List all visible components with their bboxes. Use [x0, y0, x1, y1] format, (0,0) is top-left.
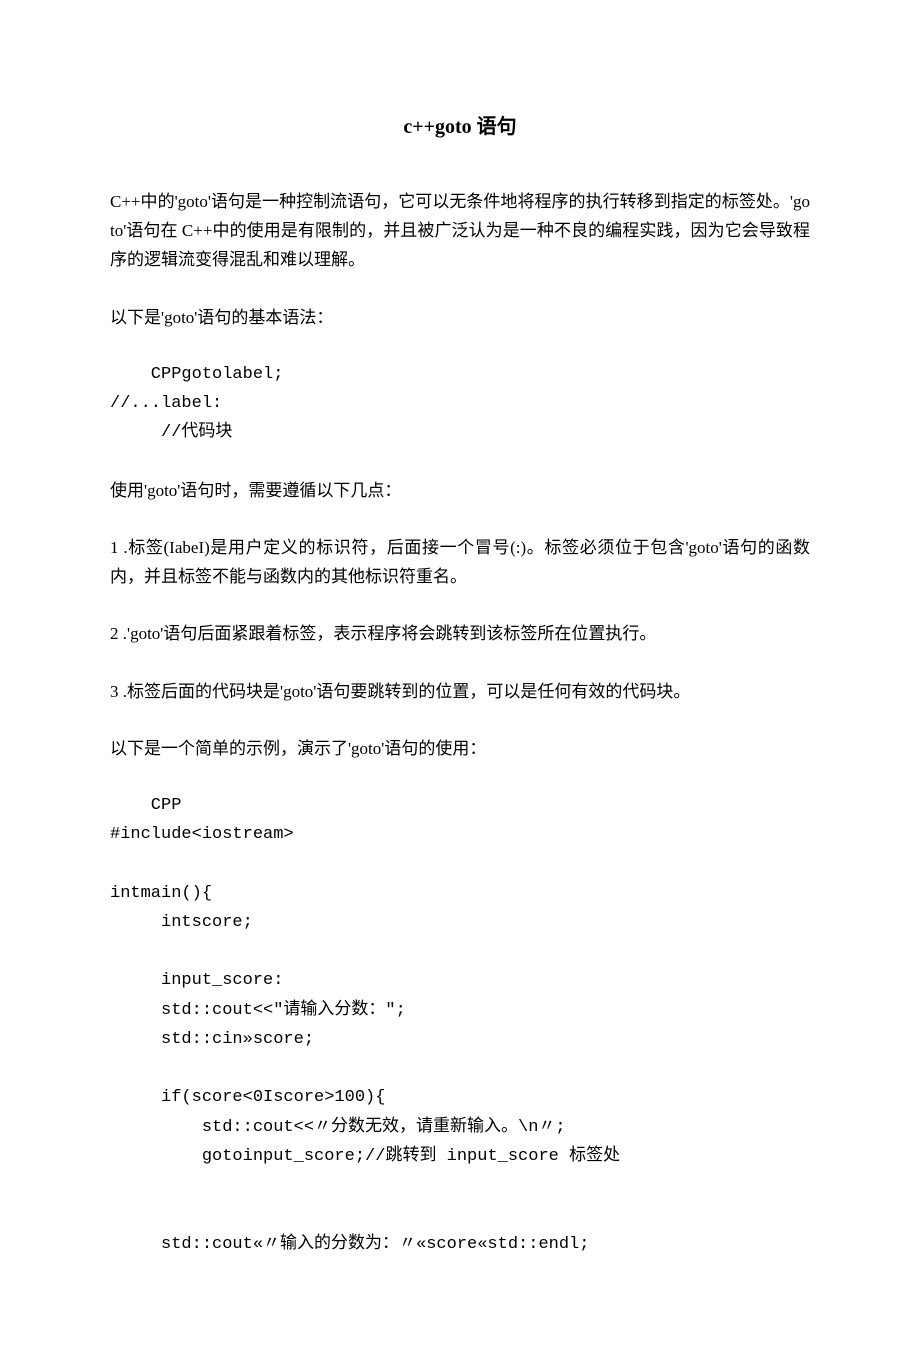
list-item-2: 2 .'goto'语句后面紧跟着标签，表示程序将会跳转到该标签所在位置执行。: [110, 619, 810, 648]
document-page: c++goto 语句 C++中的'goto'语句是一种控制流语句，它可以无条件地…: [0, 0, 920, 1347]
document-title: c++goto 语句: [110, 110, 810, 139]
paragraph-example-label: 以下是一个简单的示例，演示了'goto'语句的使用：: [110, 734, 810, 763]
paragraph-syntax-label: 以下是'goto'语句的基本语法：: [110, 303, 810, 332]
paragraph-intro: C++中的'goto'语句是一种控制流语句，它可以无条件地将程序的执行转移到指定…: [110, 187, 810, 275]
paragraph-rules-label: 使用'goto'语句时，需要遵循以下几点：: [110, 476, 810, 505]
code-block-example: CPP #include<iostream> intmain(){ intsco…: [110, 791, 810, 1259]
list-item-1: 1 .标签(IabeI)是用户定义的标识符，后面接一个冒号(:)。标签必须位于包…: [110, 533, 810, 591]
code-block-syntax: CPPgotolabel; //...label: //代码块: [110, 360, 810, 448]
list-item-3: 3 .标签后面的代码块是'goto'语句要跳转到的位置，可以是任何有效的代码块。: [110, 677, 810, 706]
